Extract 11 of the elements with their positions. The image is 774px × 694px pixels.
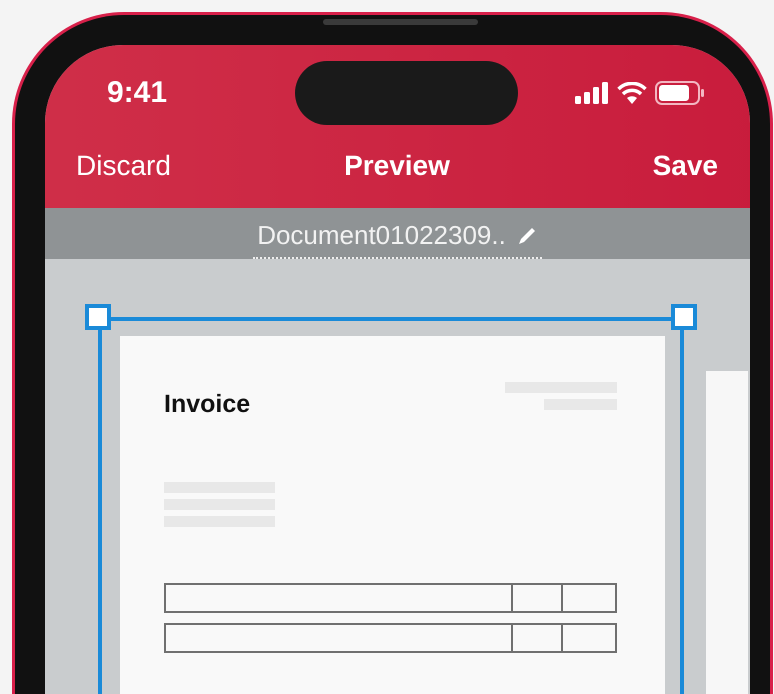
screen-title: Preview [344, 150, 450, 182]
status-time: 9:41 [107, 76, 168, 110]
signal-icon [575, 82, 609, 104]
invoice-heading: Invoice [164, 390, 250, 419]
battery-icon [655, 80, 705, 104]
crop-frame[interactable]: Invoice [98, 317, 684, 694]
crop-handle[interactable] [85, 304, 111, 330]
save-button[interactable]: Save [652, 150, 718, 182]
wifi-icon [617, 82, 647, 104]
crop-handle[interactable] [671, 304, 697, 330]
discard-button[interactable]: Discard [76, 150, 171, 182]
